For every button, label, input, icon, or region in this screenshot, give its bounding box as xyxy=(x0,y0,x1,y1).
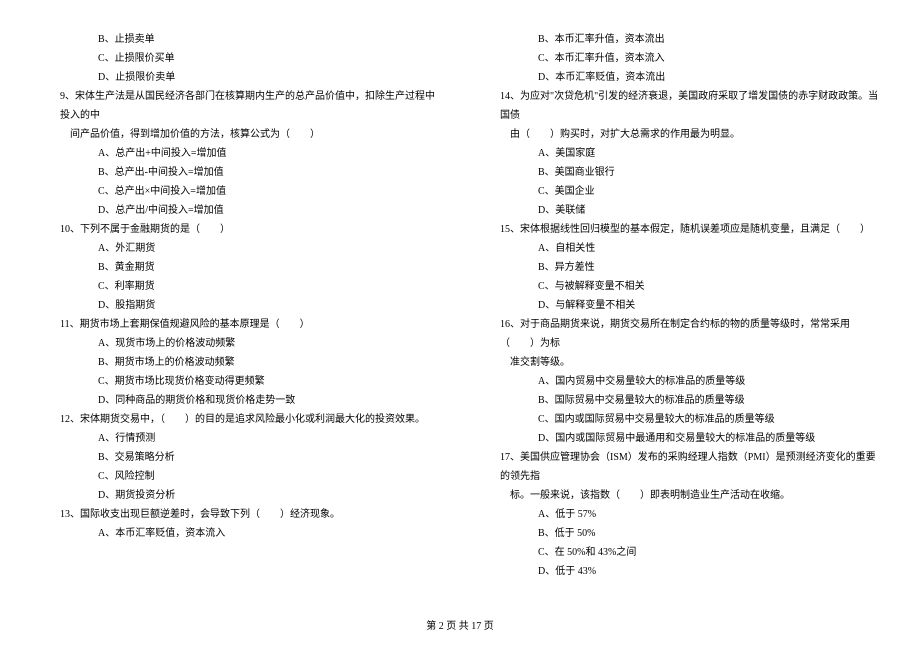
q9-option-b: B、总产出-中间投入=增加值 xyxy=(40,163,440,182)
q13-option-c: C、本币汇率升值，资本流入 xyxy=(480,49,880,68)
q15-text: 15、宋体根据线性回归模型的基本假定，随机误差项应是随机变量，且满足（ ） xyxy=(480,220,880,239)
q9-option-d: D、总产出/中间投入=增加值 xyxy=(40,201,440,220)
q17-option-d: D、低于 43% xyxy=(480,562,880,581)
q10-option-d: D、股指期货 xyxy=(40,296,440,315)
q15-option-c: C、与被解释变量不相关 xyxy=(480,277,880,296)
q10-option-c: C、利率期货 xyxy=(40,277,440,296)
q12-option-c: C、风险控制 xyxy=(40,467,440,486)
q11-text: 11、期货市场上套期保值规避风险的基本原理是（ ） xyxy=(40,315,440,334)
q14-text: 14、为应对"次贷危机"引发的经济衰退，美国政府采取了增发国债的赤字财政政策。当… xyxy=(480,87,880,125)
q12-option-b: B、交易策略分析 xyxy=(40,448,440,467)
q14-option-c: C、美国企业 xyxy=(480,182,880,201)
q16-option-d: D、国内或国际贸易中最通用和交易量较大的标准品的质量等级 xyxy=(480,429,880,448)
q16-option-b: B、国际贸易中交易量较大的标准品的质量等级 xyxy=(480,391,880,410)
page-container: B、止损卖单 C、止损限价买单 D、止损限价卖单 9、宋体生产法是从国民经济各部… xyxy=(0,0,920,601)
q10-option-a: A、外汇期货 xyxy=(40,239,440,258)
q17-option-c: C、在 50%和 43%之间 xyxy=(480,543,880,562)
q16-option-a: A、国内贸易中交易量较大的标准品的质量等级 xyxy=(480,372,880,391)
page-footer: 第 2 页 共 17 页 xyxy=(0,617,920,632)
q15-option-b: B、异方差性 xyxy=(480,258,880,277)
q11-option-c: C、期货市场比现货价格变动得更频繁 xyxy=(40,372,440,391)
q16-text2: 准交割等级。 xyxy=(480,353,880,372)
right-column: B、本币汇率升值，资本流出 C、本币汇率升值，资本流入 D、本币汇率贬值，资本流… xyxy=(480,30,880,581)
q9-text2: 间产品价值，得到增加价值的方法，核算公式为（ ） xyxy=(40,125,440,144)
q11-option-a: A、现货市场上的价格波动频繁 xyxy=(40,334,440,353)
q12-option-d: D、期货投资分析 xyxy=(40,486,440,505)
q9-text: 9、宋体生产法是从国民经济各部门在核算期内生产的总产品价值中，扣除生产过程中投入… xyxy=(40,87,440,125)
q16-text: 16、对于商品期货来说，期货交易所在制定合约标的物的质量等级时，常常采用（ ）为… xyxy=(480,315,880,353)
q8-option-b: B、止损卖单 xyxy=(40,30,440,49)
q11-option-b: B、期货市场上的价格波动频繁 xyxy=(40,353,440,372)
q13-option-b: B、本币汇率升值，资本流出 xyxy=(480,30,880,49)
q12-text: 12、宋体期货交易中，（ ）的目的是追求风险最小化或利润最大化的投资效果。 xyxy=(40,410,440,429)
q17-text2: 标。一般来说，该指数（ ）即表明制造业生产活动在收缩。 xyxy=(480,486,880,505)
q17-text: 17、美国供应管理协会（ISM）发布的采购经理人指数（PMI）是预测经济变化的重… xyxy=(480,448,880,486)
q15-option-d: D、与解释变量不相关 xyxy=(480,296,880,315)
q14-text2: 由（ ）购买时，对扩大总需求的作用最为明显。 xyxy=(480,125,880,144)
q9-option-c: C、总产出×中间投入=增加值 xyxy=(40,182,440,201)
q17-option-a: A、低于 57% xyxy=(480,505,880,524)
q16-option-c: C、国内或国际贸易中交易量较大的标准品的质量等级 xyxy=(480,410,880,429)
q13-option-d: D、本币汇率贬值，资本流出 xyxy=(480,68,880,87)
q12-option-a: A、行情预测 xyxy=(40,429,440,448)
q9-option-a: A、总产出+中间投入=增加值 xyxy=(40,144,440,163)
q17-option-b: B、低于 50% xyxy=(480,524,880,543)
q13-text: 13、国际收支出现巨额逆差时，会导致下列（ ）经济现象。 xyxy=(40,505,440,524)
q11-option-d: D、同种商品的期货价格和现货价格走势一致 xyxy=(40,391,440,410)
q8-option-d: D、止损限价卖单 xyxy=(40,68,440,87)
q14-option-b: B、美国商业银行 xyxy=(480,163,880,182)
q15-option-a: A、自相关性 xyxy=(480,239,880,258)
q13-option-a: A、本币汇率贬值，资本流入 xyxy=(40,524,440,543)
q10-option-b: B、黄金期货 xyxy=(40,258,440,277)
q10-text: 10、下列不属于金融期货的是（ ） xyxy=(40,220,440,239)
q14-option-d: D、美联储 xyxy=(480,201,880,220)
q14-option-a: A、美国家庭 xyxy=(480,144,880,163)
left-column: B、止损卖单 C、止损限价买单 D、止损限价卖单 9、宋体生产法是从国民经济各部… xyxy=(40,30,440,581)
q8-option-c: C、止损限价买单 xyxy=(40,49,440,68)
